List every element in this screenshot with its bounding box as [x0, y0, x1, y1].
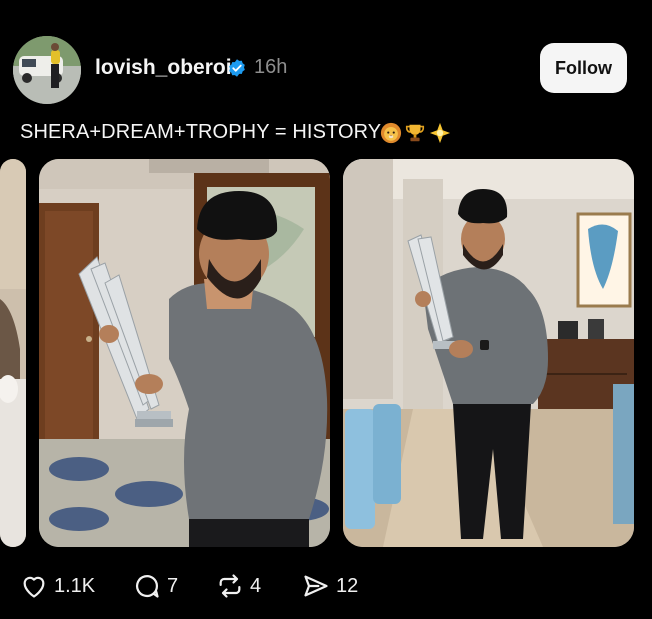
- post-header: lovish_oberoi 16h Follow: [10, 34, 642, 104]
- carousel-photo-left-partial[interactable]: [0, 159, 26, 547]
- like-button[interactable]: 1.1K: [20, 570, 95, 602]
- share-count: 12: [336, 574, 359, 597]
- username[interactable]: lovish_oberoi: [95, 56, 232, 80]
- send-icon: [304, 575, 328, 597]
- comment-button[interactable]: 7: [133, 570, 178, 602]
- comment-bubble-icon: [135, 575, 159, 598]
- post-caption: SHERA+DREAM+TROPHY = HISTORY: [20, 121, 382, 143]
- repost-icon: [219, 574, 241, 598]
- carousel-photo-2[interactable]: [343, 159, 634, 547]
- sparkle-star-emoji: [429, 122, 451, 144]
- follow-button[interactable]: Follow: [540, 43, 627, 93]
- verified-badge-icon: [229, 59, 245, 77]
- trophy-emoji: [405, 124, 425, 142]
- repost-count: 4: [250, 574, 262, 597]
- share-button[interactable]: 12: [302, 570, 358, 602]
- post-timestamp: 16h: [254, 56, 288, 78]
- comment-count: 7: [167, 574, 179, 597]
- avatar[interactable]: [13, 36, 81, 104]
- lion-face-emoji: [380, 122, 402, 144]
- post-actions-bar: 1.1K 7 4 12: [0, 566, 652, 606]
- carousel-photo-1[interactable]: [39, 159, 330, 547]
- like-count: 1.1K: [54, 574, 96, 597]
- repost-button[interactable]: 4: [216, 570, 261, 602]
- heart-icon: [23, 576, 45, 598]
